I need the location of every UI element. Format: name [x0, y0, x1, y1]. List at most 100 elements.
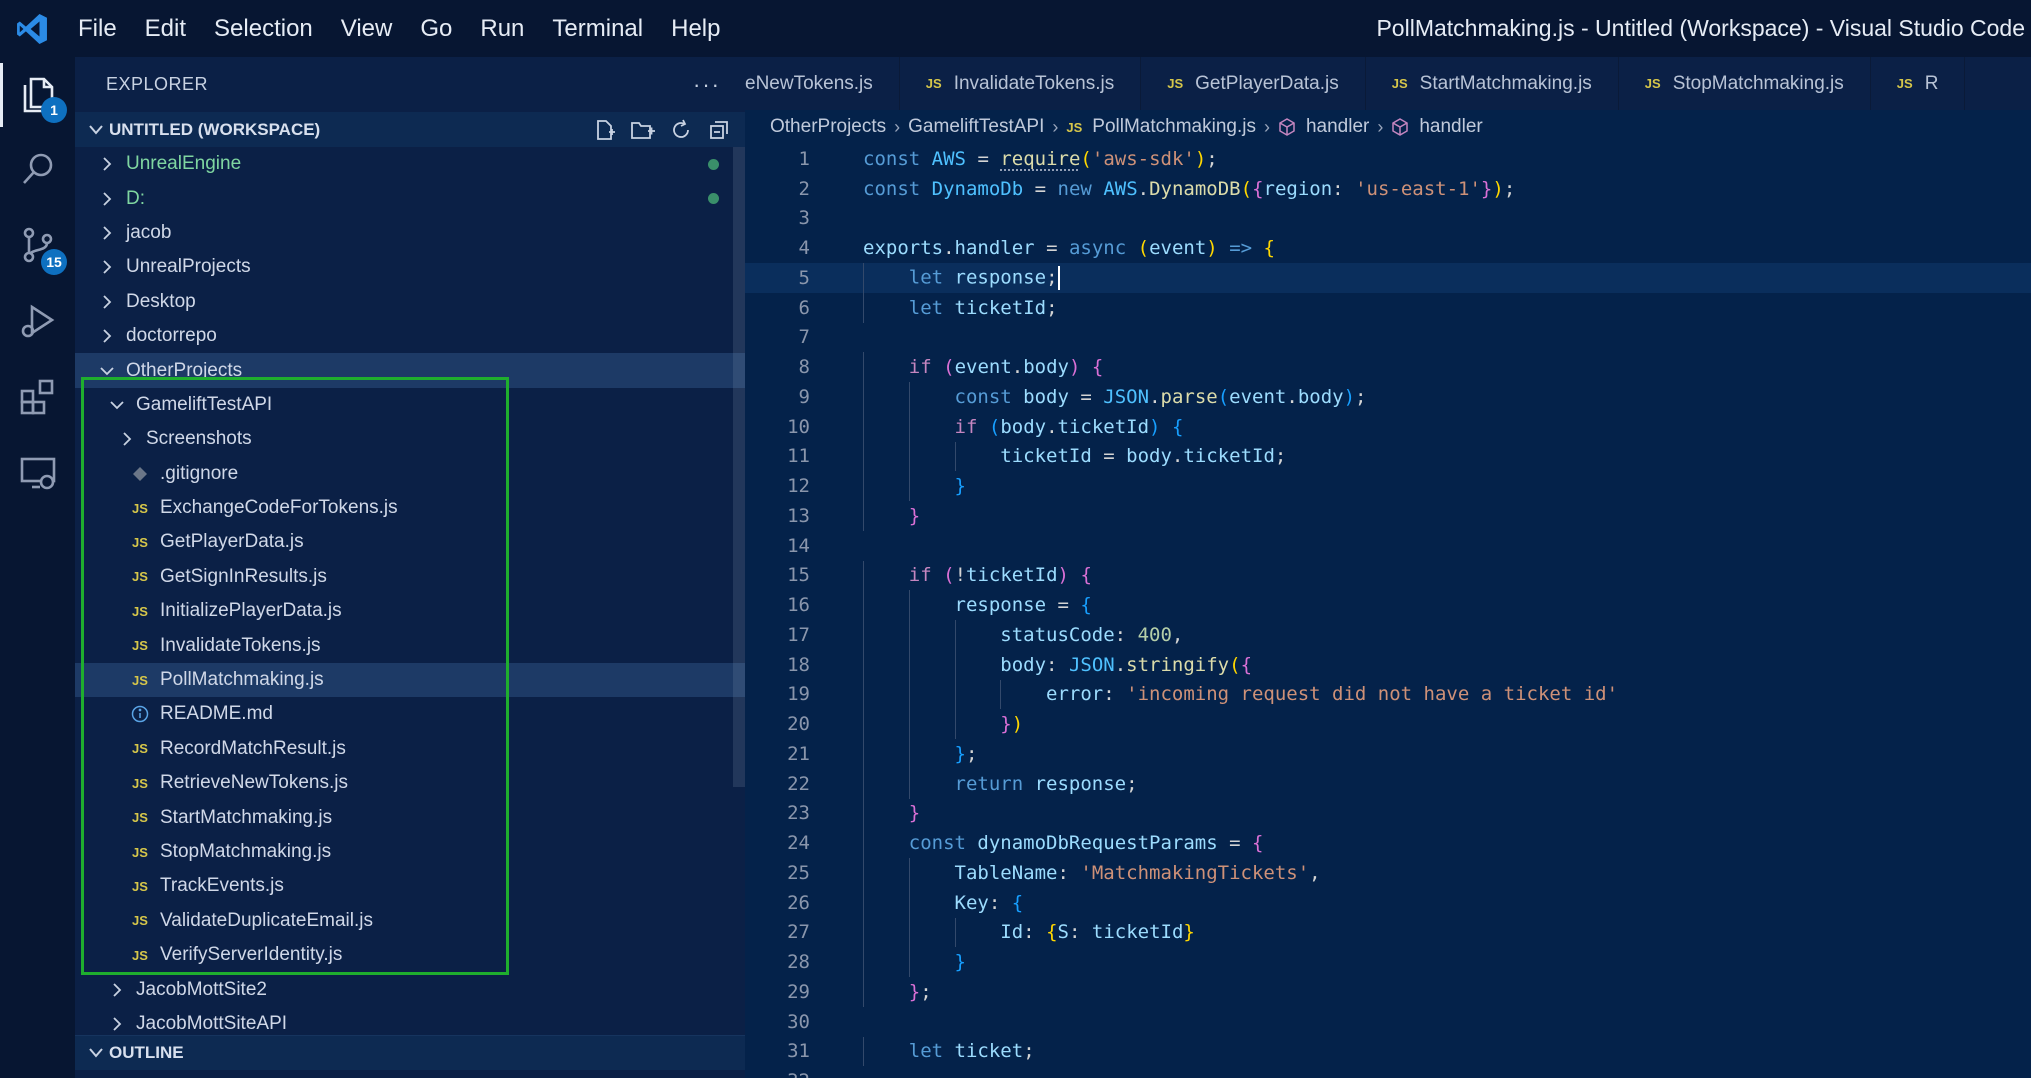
breadcrumb-subfolder[interactable]: GameliftTestAPI [908, 116, 1044, 138]
menu-file[interactable]: File [64, 0, 131, 57]
tree-folder[interactable]: Screenshots [75, 422, 745, 456]
code-line[interactable]: 4 exports.handler = async (event) => { [745, 233, 2031, 263]
menu-bar: File Edit Selection View Go Run Terminal… [64, 0, 734, 57]
tree-folder[interactable]: jacob [75, 216, 745, 250]
tree-folder[interactable]: JacobMottSite2 [75, 972, 745, 1006]
code-editor[interactable]: 1 const AWS = require('aws-sdk'); 2 const D… [745, 144, 2031, 1078]
breadcrumb-folder[interactable]: OtherProjects [770, 116, 886, 138]
code-line[interactable]: 30 [745, 1007, 2031, 1037]
tree-item-label: RecordMatchResult.js [160, 737, 346, 759]
code-line[interactable]: 15 if (!ticketId) { [745, 560, 2031, 591]
tree-folder[interactable]: UnrealEngine [75, 147, 745, 181]
code-line[interactable]: 10 if (body.ticketId) { [745, 411, 2031, 442]
editor-tab[interactable]: JS R [1871, 57, 1966, 110]
breadcrumb-file[interactable]: PollMatchmaking.js [1092, 116, 1256, 138]
tree-folder[interactable]: doctorrepo [75, 319, 745, 353]
run-debug-activity[interactable] [0, 285, 75, 361]
editor-tab[interactable]: JS StopMatchmaking.js [1619, 57, 1871, 110]
tree-item-label: doctorrepo [126, 325, 217, 347]
tree-file[interactable]: JS RetrieveNewTokens.js [75, 766, 745, 800]
code-line[interactable]: 22 return response; [745, 768, 2031, 799]
code-line[interactable]: 28 } [745, 947, 2031, 977]
code-line[interactable]: 7 [745, 323, 2031, 353]
tree-file[interactable]: JS InitializePlayerData.js [75, 594, 745, 628]
tree-folder[interactable]: OtherProjects [75, 353, 745, 388]
tree-file[interactable]: JS ExchangeCodeForTokens.js [75, 491, 745, 525]
tree-folder[interactable]: UnrealProjects [75, 250, 745, 284]
tree-file[interactable]: .gitignore [75, 457, 745, 491]
menu-edit[interactable]: Edit [131, 0, 200, 57]
code-line[interactable]: 16 response = { [745, 590, 2031, 620]
tree-item-label: ValidateDuplicateEmail.js [160, 909, 373, 931]
menu-help[interactable]: Help [657, 0, 734, 57]
tree-file[interactable]: JS StartMatchmaking.js [75, 800, 745, 834]
tree-folder[interactable]: GameliftTestAPI [75, 388, 745, 422]
js-file-icon: JS [132, 810, 148, 826]
menu-run[interactable]: Run [466, 0, 538, 57]
code-line[interactable]: 3 [745, 204, 2031, 234]
new-folder-icon[interactable] [629, 116, 657, 144]
editor-tab[interactable]: JS InvalidateTokens.js [900, 57, 1142, 110]
code-line[interactable]: 23 } [745, 798, 2031, 829]
code-line[interactable]: 2 const DynamoDb = new AWS.DynamoDB({regi… [745, 174, 2031, 204]
line-number: 32 [745, 1070, 810, 1078]
remote-explorer-activity[interactable] [0, 437, 75, 513]
menu-view[interactable]: View [327, 0, 407, 57]
menu-terminal[interactable]: Terminal [538, 0, 657, 57]
code-line[interactable]: 17 statusCode: 400, [745, 620, 2031, 650]
collapse-all-icon[interactable] [705, 116, 733, 144]
tree-file[interactable]: JS TrackEvents.js [75, 869, 745, 903]
extensions-activity[interactable] [0, 361, 75, 437]
search-activity[interactable] [0, 133, 75, 209]
menu-go[interactable]: Go [406, 0, 466, 57]
code-line[interactable]: 14 [745, 531, 2031, 561]
js-file-icon: JS [1167, 76, 1184, 91]
new-file-icon[interactable] [591, 116, 619, 144]
tree-file[interactable]: JS VerifyServerIdentity.js [75, 938, 745, 972]
code-line[interactable]: 31 let ticket; [745, 1036, 2031, 1067]
tree-file[interactable]: JS GetSignInResults.js [75, 560, 745, 594]
code-line[interactable]: 21 }; [745, 739, 2031, 769]
breadcrumb-symbol[interactable]: handler [1419, 116, 1482, 138]
more-actions-icon[interactable]: ··· [693, 72, 721, 98]
code-line[interactable]: 27 Id: {S: ticketId} [745, 917, 2031, 948]
code-line[interactable]: 9 const body = JSON.parse(event.body); [745, 382, 2031, 412]
code-line[interactable]: 11 ticketId = body.ticketId; [745, 441, 2031, 472]
code-line[interactable]: 6 let ticketId; [745, 292, 2031, 323]
code-line[interactable]: 32 [745, 1066, 2031, 1078]
code-line[interactable]: 29 }; [745, 977, 2031, 1007]
code-line[interactable]: 26 Key: { [745, 887, 2031, 918]
tree-file[interactable]: JS PollMatchmaking.js [75, 662, 745, 698]
tree-file[interactable]: JS InvalidateTokens.js [75, 628, 745, 662]
code-line[interactable]: 19 error: 'incoming request did not have… [745, 679, 2031, 710]
workspace-header[interactable]: UNTITLED (WORKSPACE) [75, 112, 745, 147]
tree-folder[interactable]: D: [75, 181, 745, 215]
tree-file[interactable]: JS ValidateDuplicateEmail.js [75, 904, 745, 938]
editor-tab[interactable]: JS GetPlayerData.js [1141, 57, 1366, 110]
editor-tab[interactable]: eNewTokens.js [745, 57, 900, 110]
code-line[interactable]: 13 } [745, 501, 2031, 531]
explorer-activity[interactable]: 1 [0, 57, 75, 133]
code-line[interactable]: 25 TableName: 'MatchmakingTickets', [745, 858, 2031, 888]
code-line[interactable]: 5 let response; [745, 263, 2031, 293]
code-line[interactable]: 20 }) [745, 709, 2031, 739]
editor-tab[interactable]: JS StartMatchmaking.js [1366, 57, 1619, 110]
code-line[interactable]: 12 } [745, 471, 2031, 501]
tree-file[interactable]: JS StopMatchmaking.js [75, 835, 745, 869]
code-line[interactable]: 1 const AWS = require('aws-sdk'); [745, 144, 2031, 174]
code-line[interactable]: 8 if (event.body) { [745, 352, 2031, 382]
tree-file[interactable]: JS GetPlayerData.js [75, 525, 745, 559]
menu-selection[interactable]: Selection [200, 0, 327, 57]
code-line[interactable]: 24 const dynamoDbRequestParams = { [745, 828, 2031, 858]
refresh-icon[interactable] [667, 116, 695, 144]
tree-folder[interactable]: Desktop [75, 285, 745, 319]
breadcrumb-symbol[interactable]: handler [1306, 116, 1369, 138]
tree-file[interactable]: JS RecordMatchResult.js [75, 732, 745, 766]
chevron-down-icon [107, 399, 127, 411]
line-number: 23 [787, 802, 810, 825]
code-line[interactable]: 18 body: JSON.stringify({ [745, 649, 2031, 680]
tree-file[interactable]: README.md [75, 697, 745, 731]
outline-header[interactable]: OUTLINE [75, 1035, 745, 1070]
source-control-activity[interactable]: 15 [0, 209, 75, 285]
sidebar-scrollbar[interactable] [733, 147, 745, 787]
